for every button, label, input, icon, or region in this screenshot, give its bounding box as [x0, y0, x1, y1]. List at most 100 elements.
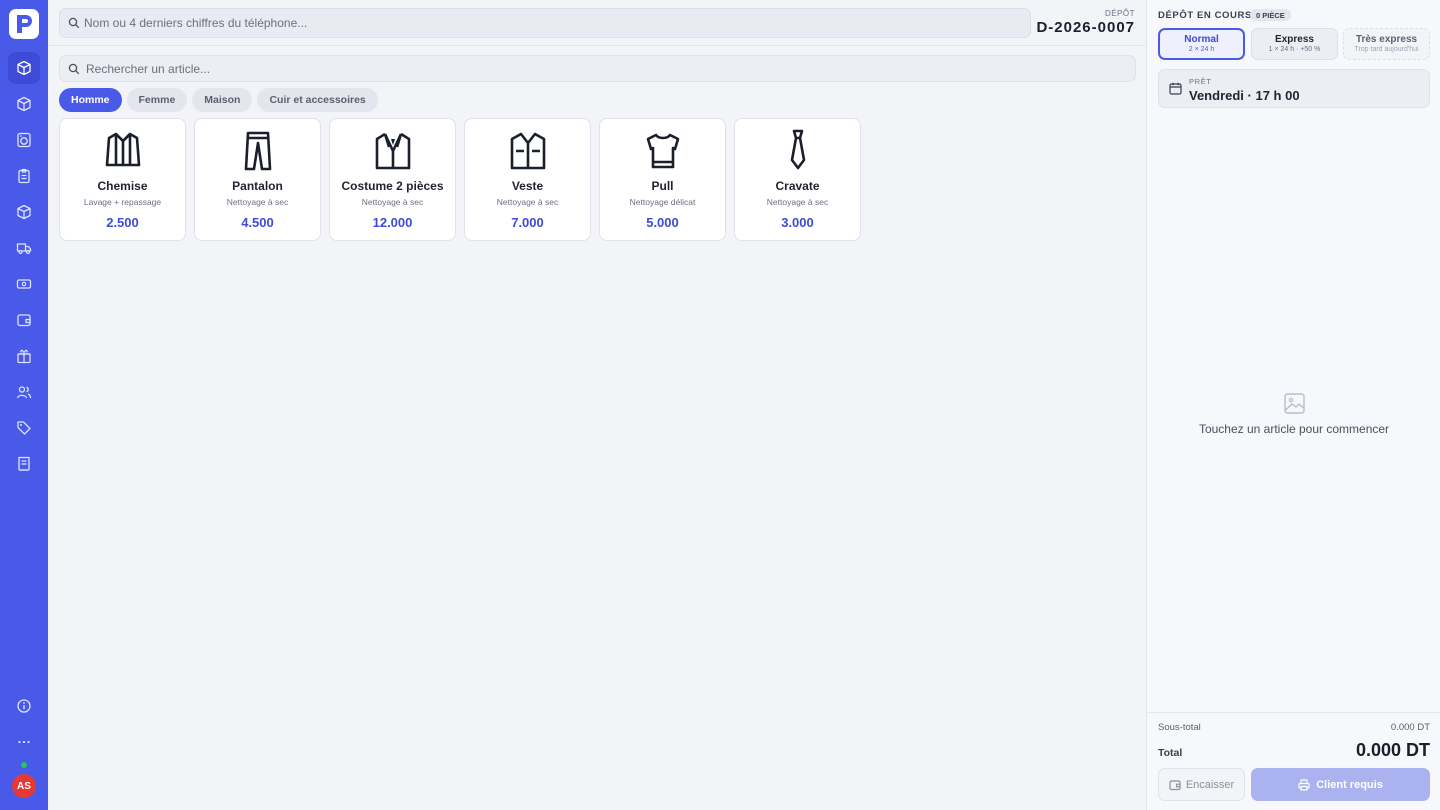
article-service: Nettoyage à sec — [226, 197, 289, 207]
search-icon — [68, 17, 80, 29]
washing-machine-icon — [17, 132, 31, 148]
encaisser-button[interactable]: Encaisser — [1158, 768, 1245, 801]
shirt-icon — [105, 132, 140, 167]
cube-icon — [17, 60, 31, 76]
speed-title: Normal — [1184, 34, 1219, 45]
article-card-chemise[interactable]: Chemise Lavage + repassage 2.500 — [59, 118, 186, 241]
sidebar-item-depot[interactable] — [8, 52, 40, 84]
article-name: Pantalon — [232, 179, 283, 193]
pressing-logo[interactable] — [9, 9, 39, 39]
sidebar-item-cash[interactable] — [8, 268, 40, 300]
sidebar-item-machines[interactable] — [8, 124, 40, 156]
article-search-input[interactable] — [86, 56, 1126, 81]
sidebar-item-reports[interactable] — [8, 448, 40, 480]
wallet-icon — [1169, 779, 1181, 790]
top-bar: DÉPÔT D-2026-0007 — [48, 0, 1146, 46]
speed-title: Très express — [1355, 34, 1418, 45]
category-tabs: Homme Femme Maison Cuir et accessoires — [59, 88, 378, 112]
article-name: Pull — [651, 179, 674, 193]
article-name: Chemise — [97, 179, 148, 193]
encaisser-label: Encaisser — [1185, 778, 1235, 791]
article-name: Cravate — [775, 179, 820, 193]
ready-date-box[interactable]: PRÊT Vendredi · 17 h 00 — [1158, 69, 1430, 108]
tags-icon — [17, 421, 31, 435]
depot-number: D-2026-0007 — [1036, 19, 1135, 36]
client-search-box[interactable] — [59, 8, 1031, 38]
speed-subtitle: 1 × 24 h · +50 % — [1268, 46, 1321, 53]
article-grid: Chemise Lavage + repassage 2.500 Pantalo… — [59, 118, 861, 241]
tab-cuir-et-accessoires[interactable]: Cuir et accessoires — [257, 88, 378, 112]
wallet-icon — [17, 314, 31, 327]
sidebar-item-more[interactable] — [8, 726, 40, 758]
order-title: DÉPÔT EN COURS — [1158, 10, 1252, 21]
order-panel: DÉPÔT EN COURS 0 PIÈCE Normal 2 × 24 h E… — [1146, 0, 1440, 810]
total-label: Total — [1158, 747, 1183, 759]
article-card-cravate[interactable]: Cravate Nettoyage à sec 3.000 — [734, 118, 861, 241]
client-requis-label: Client requis — [1316, 778, 1383, 791]
tab-maison[interactable]: Maison — [192, 88, 253, 112]
client-search-input[interactable] — [84, 9, 1014, 37]
tab-homme[interactable]: Homme — [59, 88, 122, 112]
article-card-veste[interactable]: Veste Nettoyage à sec 7.000 — [464, 118, 591, 241]
sidebar-item-articles[interactable] — [8, 88, 40, 120]
users-icon — [16, 386, 32, 399]
sidebar-item-delivery[interactable] — [8, 232, 40, 264]
totals-section: Sous-total 0.000 DT Total 0.000 DT — [1147, 712, 1440, 760]
clipboard-icon — [18, 168, 30, 184]
article-price: 7.000 — [511, 215, 544, 230]
article-price: 2.500 — [106, 215, 139, 230]
article-card-pull[interactable]: Pull Nettoyage délicat 5.000 — [599, 118, 726, 241]
depot-label: DÉPÔT — [1104, 9, 1135, 18]
article-service: Nettoyage à sec — [766, 197, 829, 207]
tie-icon — [790, 129, 805, 170]
cube-icon — [17, 96, 31, 112]
sidebar-item-orders[interactable] — [8, 160, 40, 192]
client-requis-button[interactable]: Client requis — [1251, 768, 1430, 801]
article-card-pantalon[interactable]: Pantalon Nettoyage à sec 4.500 — [194, 118, 321, 241]
article-service: Lavage + repassage — [83, 197, 162, 207]
main-area: DÉPÔT D-2026-0007 Homme Femme Maison Cui… — [48, 0, 1146, 810]
delivery-truck-icon — [16, 243, 32, 255]
speed-subtitle: Trop tard aujourd'hui — [1354, 46, 1419, 53]
info-icon — [17, 699, 31, 713]
article-service: Nettoyage à sec — [361, 197, 424, 207]
speed-option-express[interactable]: Express 1 × 24 h · +50 % — [1251, 28, 1338, 60]
article-service: Nettoyage à sec — [496, 197, 559, 207]
calendar-icon — [1169, 82, 1182, 95]
sidebar-item-stock[interactable] — [8, 196, 40, 228]
article-price: 4.500 — [241, 215, 274, 230]
sidebar-item-gifts[interactable] — [8, 340, 40, 372]
gift-icon — [17, 349, 31, 364]
ready-label: PRÊT — [1189, 77, 1212, 86]
article-card-costume[interactable]: Costume 2 pièces Nettoyage à sec 12.000 — [329, 118, 456, 241]
article-search-box[interactable] — [59, 55, 1136, 82]
trousers-icon — [244, 131, 271, 171]
sidebar: AS — [0, 0, 48, 810]
article-service: Nettoyage délicat — [629, 197, 696, 207]
sidebar-item-wallet[interactable] — [8, 304, 40, 336]
ready-value: Vendredi · 17 h 00 — [1189, 88, 1300, 103]
article-price: 12.000 — [372, 215, 413, 230]
empty-cart-message: Touchez un article pour commencer — [1198, 422, 1390, 436]
article-price: 3.000 — [781, 215, 814, 230]
speed-title: Express — [1275, 34, 1314, 45]
speed-option-tres-express[interactable]: Très express Trop tard aujourd'hui — [1343, 28, 1430, 60]
sweater-icon — [646, 133, 679, 169]
online-status-dot — [21, 762, 27, 768]
sidebar-item-info[interactable] — [8, 690, 40, 722]
speed-option-normal[interactable]: Normal 2 × 24 h — [1158, 28, 1245, 60]
image-placeholder-icon — [1284, 393, 1305, 414]
money-icon — [16, 279, 32, 289]
user-avatar[interactable]: AS — [12, 774, 36, 798]
piece-count-badge: 0 PIÈCE — [1250, 9, 1291, 21]
sidebar-item-prices[interactable] — [8, 412, 40, 444]
suit-icon — [375, 132, 410, 170]
article-name: Costume 2 pièces — [341, 179, 444, 193]
article-price: 5.000 — [646, 215, 679, 230]
article-name: Veste — [511, 179, 544, 193]
jacket-icon — [510, 132, 545, 170]
tab-femme[interactable]: Femme — [126, 88, 188, 112]
receipt-icon — [18, 456, 30, 472]
search-icon — [68, 63, 80, 75]
sidebar-item-clients[interactable] — [8, 376, 40, 408]
